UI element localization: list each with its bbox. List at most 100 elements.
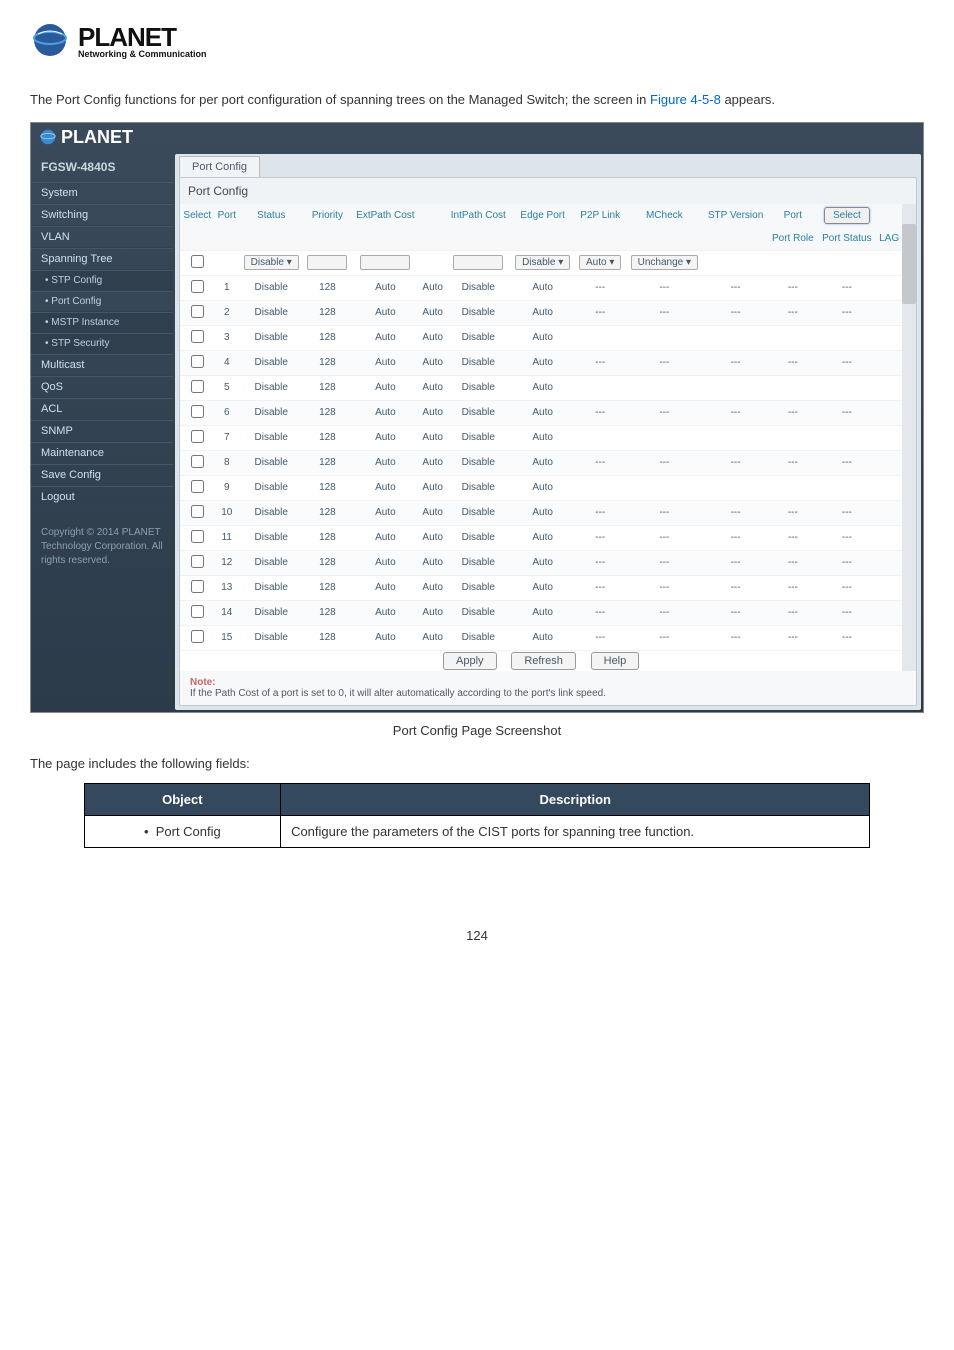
sidebar-item[interactable]: • Port Config <box>31 291 173 312</box>
cell-intauto: Auto <box>419 350 446 375</box>
cell-intpath: Disable <box>446 400 510 425</box>
table-row: 3Disable128AutoAutoDisableAuto <box>180 325 902 350</box>
note-label: Note: <box>190 677 216 688</box>
sidebar-item[interactable]: Switching <box>31 204 173 226</box>
cell-intpath: Disable <box>446 625 510 650</box>
row-checkbox[interactable] <box>191 405 204 418</box>
sidebar-item[interactable]: • MSTP Instance <box>31 312 173 333</box>
row-checkbox[interactable] <box>191 530 204 543</box>
help-button[interactable]: Help <box>591 652 640 670</box>
cell-intpath: Disable <box>446 425 510 450</box>
cell-p2p: --- <box>575 575 626 600</box>
sidebar-item[interactable]: • STP Config <box>31 270 173 291</box>
planet-globe-icon <box>39 128 57 146</box>
tab-port-config[interactable]: Port Config <box>179 156 260 177</box>
cell-port: 7 <box>215 425 239 450</box>
row-checkbox[interactable] <box>191 305 204 318</box>
screenshot-panel: PLANET FGSW-4840S SystemSwitchingVLANSpa… <box>30 122 924 713</box>
sidebar-item[interactable]: Maintenance <box>31 442 173 464</box>
row-checkbox[interactable] <box>191 330 204 343</box>
filter-extpath-input[interactable] <box>360 255 410 270</box>
select-all-button[interactable]: Select <box>824 207 870 224</box>
cell-portrole: --- <box>768 300 818 325</box>
row-checkbox[interactable] <box>191 580 204 593</box>
row-checkbox[interactable] <box>191 455 204 468</box>
row-checkbox[interactable] <box>191 380 204 393</box>
scroll-thumb[interactable] <box>902 224 916 304</box>
col-p2p: P2P Link <box>575 204 626 227</box>
cell-intauto: Auto <box>419 525 446 550</box>
cell-extpath: Auto <box>351 525 419 550</box>
sidebar-item[interactable]: QoS <box>31 376 173 398</box>
row-checkbox[interactable] <box>191 355 204 368</box>
cell-edge: Auto <box>510 500 574 525</box>
cell-p2p: --- <box>575 350 626 375</box>
scrollbar[interactable] <box>902 204 916 671</box>
cell-intauto: Auto <box>419 375 446 400</box>
cell-intauto: Auto <box>419 600 446 625</box>
row-checkbox[interactable] <box>191 430 204 443</box>
cell-status: Disable <box>239 425 303 450</box>
cell-portstatus: --- <box>818 450 876 475</box>
sidebar-item[interactable]: Logout <box>31 486 173 508</box>
cell-port: 12 <box>215 550 239 575</box>
cell-edge: Auto <box>510 475 574 500</box>
row-checkbox[interactable] <box>191 280 204 293</box>
apply-button[interactable]: Apply <box>443 652 497 670</box>
cell-status: Disable <box>239 275 303 300</box>
cell-extpath: Auto <box>351 575 419 600</box>
cell-portstatus: --- <box>818 350 876 375</box>
filter-intpath-input[interactable] <box>453 255 503 270</box>
cell-stpversion <box>703 475 768 500</box>
row-checkbox[interactable] <box>191 605 204 618</box>
cell-p2p: --- <box>575 550 626 575</box>
cell-mcheck: --- <box>625 350 703 375</box>
sidebar-item[interactable]: • STP Security <box>31 333 173 354</box>
sidebar-item[interactable]: ACL <box>31 398 173 420</box>
sidebar-item[interactable]: Save Config <box>31 464 173 486</box>
cell-intpath: Disable <box>446 450 510 475</box>
cell-intpath: Disable <box>446 475 510 500</box>
cell-edge: Auto <box>510 325 574 350</box>
filter-edge-select[interactable]: Disable ▾ <box>515 255 570 270</box>
filter-p2p-select[interactable]: Auto ▾ <box>579 255 621 270</box>
field-row-desc: Configure the parameters of the CIST por… <box>281 815 870 847</box>
row-checkbox[interactable] <box>191 480 204 493</box>
cell-intauto: Auto <box>419 575 446 600</box>
cell-intauto: Auto <box>419 275 446 300</box>
row-checkbox[interactable] <box>191 555 204 568</box>
sidebar-item[interactable]: VLAN <box>31 226 173 248</box>
cell-priority: 128 <box>303 625 351 650</box>
refresh-button[interactable]: Refresh <box>511 652 576 670</box>
sidebar-item[interactable]: Multicast <box>31 354 173 376</box>
cell-status: Disable <box>239 575 303 600</box>
filter-status-select[interactable]: Disable ▾ <box>244 255 299 270</box>
sidebar-item[interactable]: SNMP <box>31 420 173 442</box>
cell-port: 15 <box>215 625 239 650</box>
cell-mcheck <box>625 375 703 400</box>
cell-edge: Auto <box>510 375 574 400</box>
cell-priority: 128 <box>303 400 351 425</box>
cell-priority: 128 <box>303 600 351 625</box>
col-select: Select <box>180 204 215 227</box>
row-checkbox[interactable] <box>191 630 204 643</box>
cell-portrole <box>768 425 818 450</box>
sidebar-item[interactable]: Spanning Tree <box>31 248 173 270</box>
cell-priority: 128 <box>303 500 351 525</box>
cell-intauto: Auto <box>419 425 446 450</box>
cell-stpversion: --- <box>703 500 768 525</box>
cell-intpath: Disable <box>446 550 510 575</box>
row-checkbox[interactable] <box>191 505 204 518</box>
panel-title: Port Config <box>180 178 916 204</box>
cell-port: 10 <box>215 500 239 525</box>
select-all-checkbox[interactable] <box>191 255 204 268</box>
cell-stpversion: --- <box>703 275 768 300</box>
cell-priority: 128 <box>303 350 351 375</box>
sidebar-item[interactable]: System <box>31 182 173 204</box>
filter-mcheck-select[interactable]: Unchange ▾ <box>631 255 698 270</box>
cell-intpath: Disable <box>446 350 510 375</box>
filter-priority-input[interactable] <box>307 255 347 270</box>
cell-portstatus: --- <box>818 300 876 325</box>
cell-extpath: Auto <box>351 400 419 425</box>
cell-port: 8 <box>215 450 239 475</box>
